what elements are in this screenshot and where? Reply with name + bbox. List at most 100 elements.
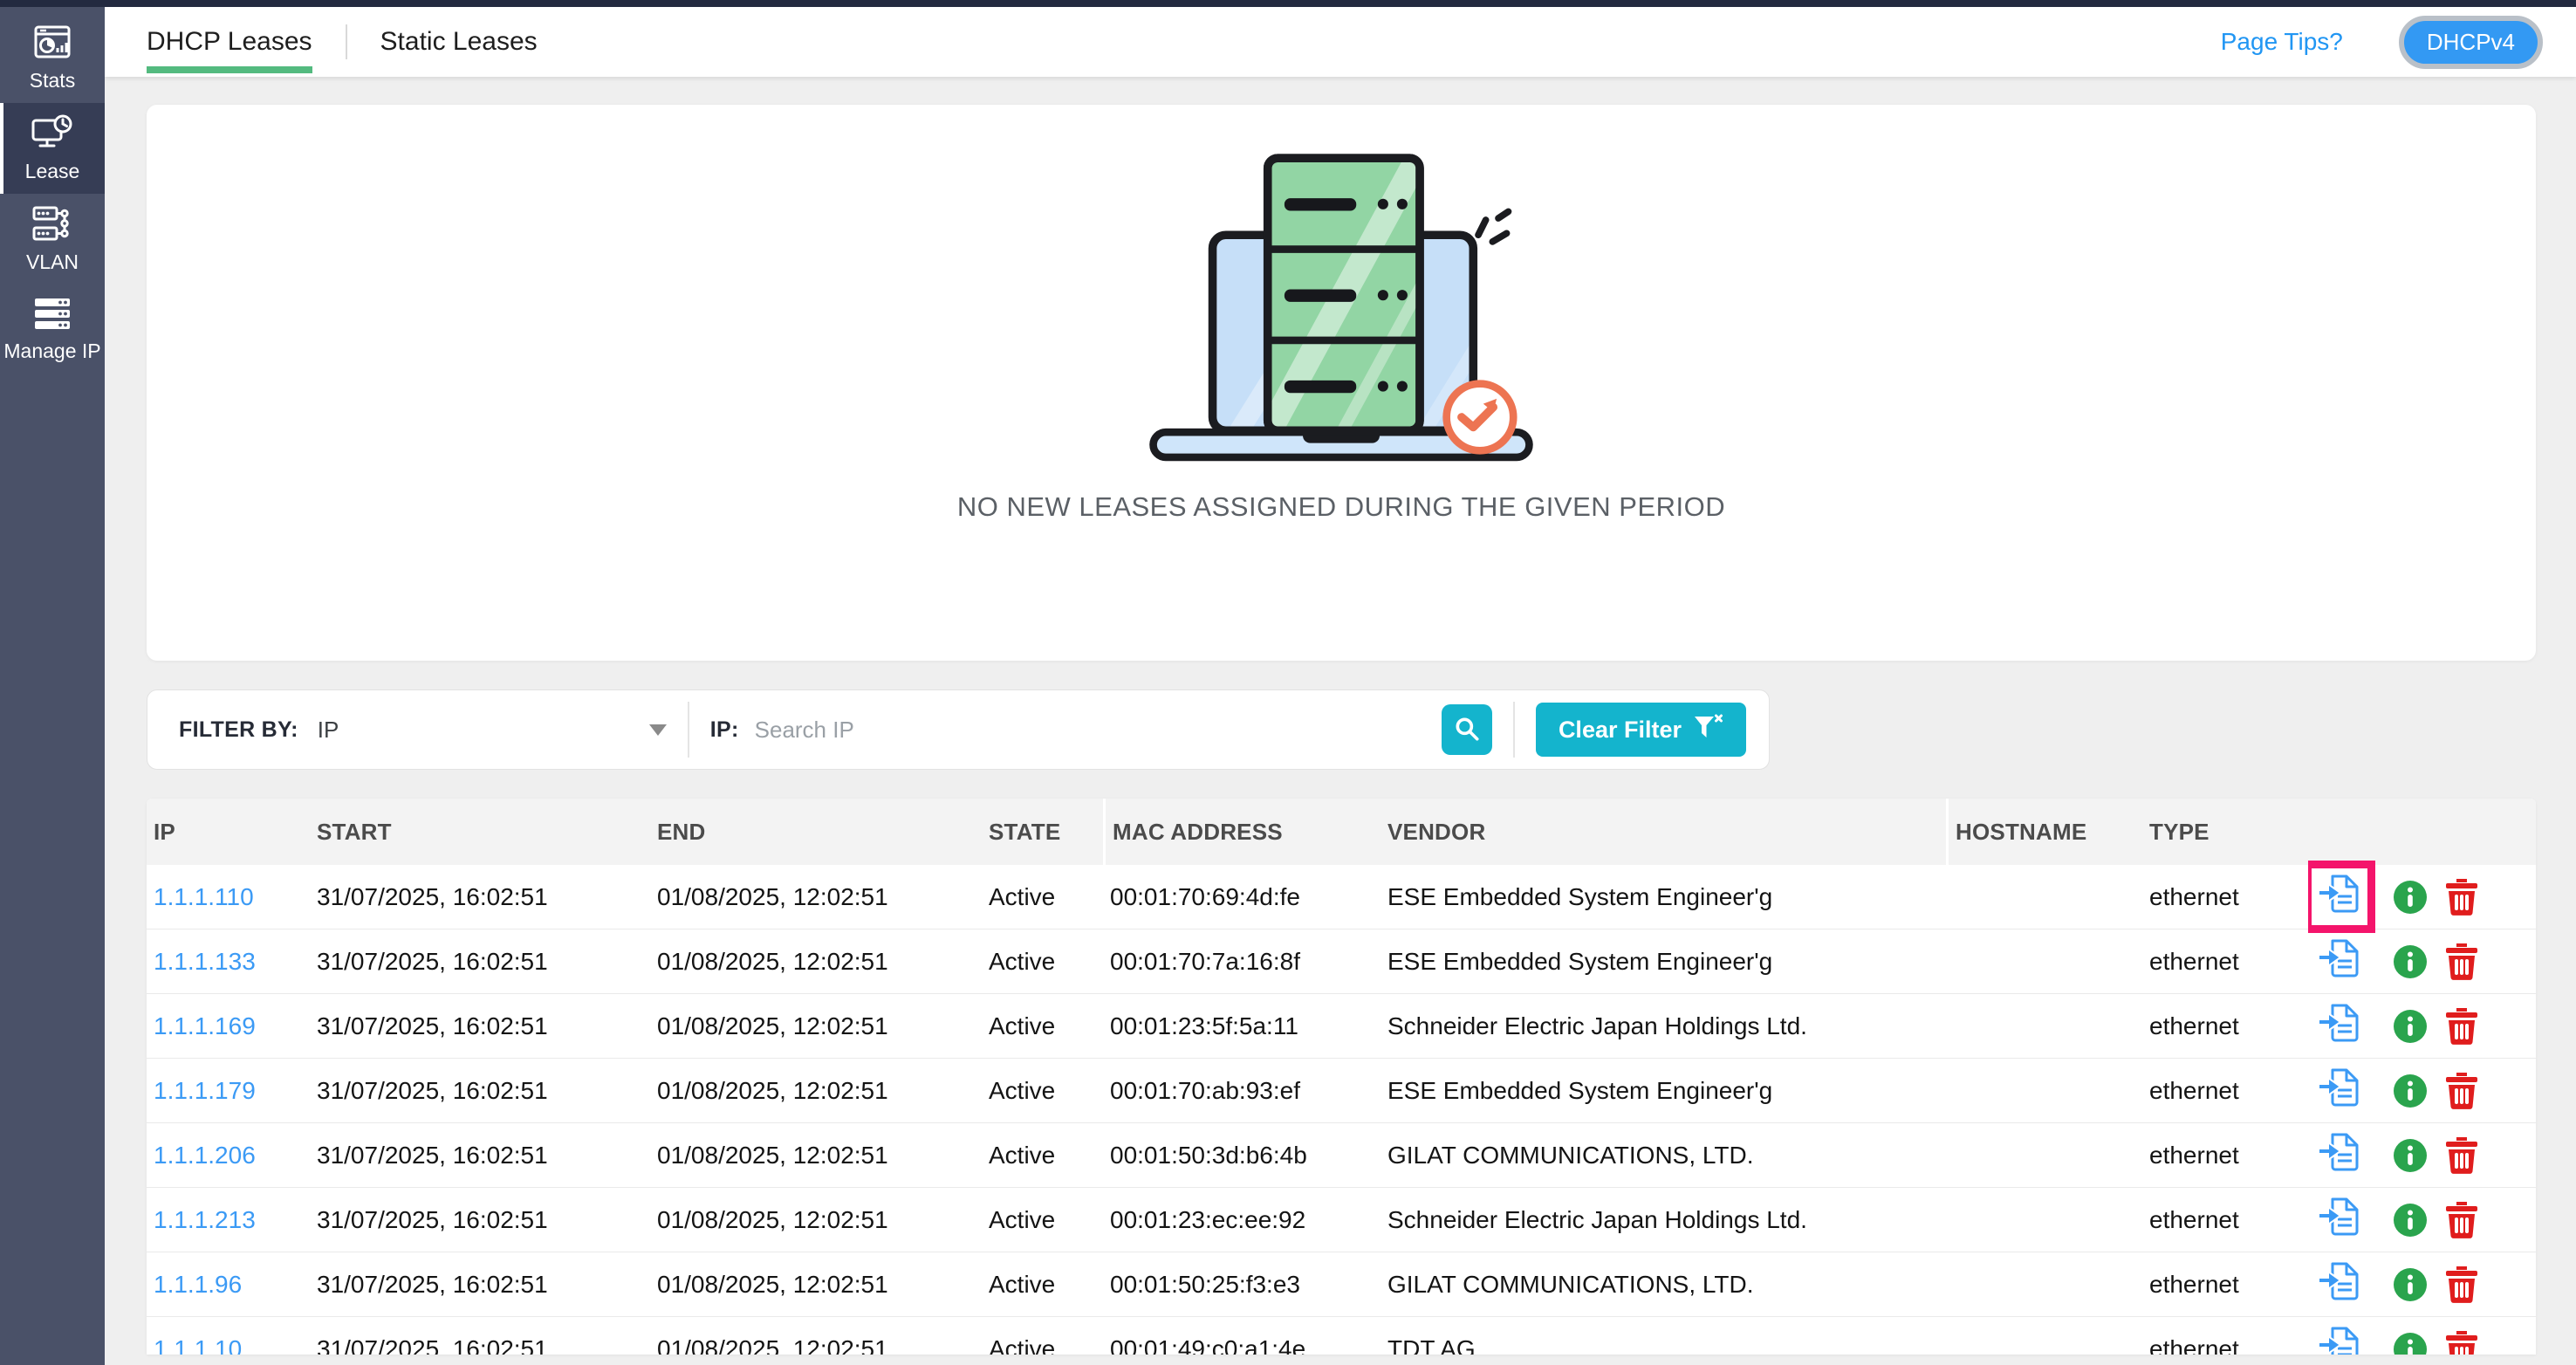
- empty-state-card: NO NEW LEASES ASSIGNED DURING THE GIVEN …: [147, 105, 2536, 661]
- lease-start-cell: 31/07/2025, 16:02:51: [310, 1206, 650, 1234]
- info-icon[interactable]: [2393, 1073, 2428, 1108]
- delete-icon[interactable]: [2445, 1137, 2478, 1174]
- ip-link[interactable]: 1.1.1.206: [154, 1142, 256, 1169]
- info-icon[interactable]: [2393, 1203, 2428, 1238]
- search-button[interactable]: [1442, 704, 1492, 755]
- type-cell: ethernet: [2142, 1335, 2308, 1355]
- ip-link[interactable]: 1.1.1.96: [154, 1271, 242, 1298]
- info-icon[interactable]: [2393, 944, 2428, 979]
- type-cell: ethernet: [2142, 1077, 2308, 1105]
- lease-start-cell: 31/07/2025, 16:02:51: [310, 1142, 650, 1170]
- row-actions: [2308, 1183, 2536, 1256]
- chevron-down-icon: [649, 724, 667, 736]
- mac-address-cell: 00:01:23:5f:5a:11: [1103, 1012, 1380, 1040]
- delete-icon[interactable]: [2445, 879, 2478, 916]
- sidebar-item-lease[interactable]: Lease: [0, 103, 105, 194]
- column-header-start: START: [310, 799, 650, 865]
- sidebar-item-vlan[interactable]: VLAN: [0, 194, 105, 285]
- lease-icon: [31, 113, 73, 152]
- vendor-cell: GILAT COMMUNICATIONS, LTD.: [1380, 1271, 1946, 1299]
- info-icon[interactable]: [2393, 880, 2428, 915]
- type-cell: ethernet: [2142, 1206, 2308, 1234]
- ip-link[interactable]: 1.1.1.133: [154, 948, 256, 975]
- delete-icon[interactable]: [2445, 1331, 2478, 1355]
- column-header-type: TYPE: [2142, 799, 2308, 865]
- sidebar-item-stats[interactable]: Stats: [0, 12, 105, 103]
- tab-dhcp-leases[interactable]: DHCP Leases: [147, 7, 312, 77]
- table-row: 1.1.1.10 31/07/2025, 16:02:51 01/08/2025…: [147, 1317, 2536, 1355]
- delete-icon[interactable]: [2445, 1073, 2478, 1109]
- mac-address-cell: 00:01:70:7a:16:8f: [1103, 948, 1380, 976]
- filter-by-value: IP: [318, 717, 339, 744]
- lease-start-cell: 31/07/2025, 16:02:51: [310, 1335, 650, 1355]
- vlan-icon: [32, 204, 72, 243]
- lease-start-cell: 31/07/2025, 16:02:51: [310, 1077, 650, 1105]
- type-cell: ethernet: [2142, 1271, 2308, 1299]
- column-header-vendor: VENDOR: [1380, 799, 1946, 865]
- delete-icon[interactable]: [2445, 943, 2478, 980]
- ip-link[interactable]: 1.1.1.110: [154, 883, 254, 910]
- export-lease-icon: [2318, 1262, 2361, 1307]
- mac-address-cell: 00:01:49:c0:a1:4e: [1103, 1335, 1380, 1355]
- type-cell: ethernet: [2142, 948, 2308, 976]
- info-icon[interactable]: [2393, 1332, 2428, 1355]
- type-cell: ethernet: [2142, 1012, 2308, 1040]
- column-header-ip: IP: [147, 799, 310, 865]
- row-actions: [2308, 925, 2536, 998]
- lease-end-cell: 01/08/2025, 12:02:51: [650, 948, 982, 976]
- ip-link[interactable]: 1.1.1.10: [154, 1335, 242, 1355]
- row-actions: [2308, 1313, 2536, 1355]
- lease-end-cell: 01/08/2025, 12:02:51: [650, 1206, 982, 1234]
- info-icon[interactable]: [2393, 1009, 2428, 1044]
- export-lease-button[interactable]: [2308, 1183, 2375, 1256]
- info-icon[interactable]: [2393, 1267, 2428, 1302]
- topbar-right: Page Tips? DHCPv4: [2221, 16, 2576, 69]
- type-cell: ethernet: [2142, 1142, 2308, 1170]
- filter-by-dropdown[interactable]: IP: [318, 717, 667, 744]
- column-header-end: END: [650, 799, 982, 865]
- ip-link[interactable]: 1.1.1.213: [154, 1206, 256, 1233]
- export-lease-icon: [2318, 875, 2361, 919]
- ip-link[interactable]: 1.1.1.179: [154, 1077, 256, 1104]
- dhcp-version-button[interactable]: DHCPv4: [2399, 16, 2543, 69]
- vendor-cell: Schneider Electric Japan Holdings Ltd.: [1380, 1012, 1946, 1040]
- tab-label: Static Leases: [380, 27, 538, 57]
- top-strip: [0, 0, 2576, 7]
- column-header-actions: [2308, 799, 2536, 865]
- vendor-cell: GILAT COMMUNICATIONS, LTD.: [1380, 1142, 1946, 1170]
- search-ip-input[interactable]: [755, 717, 1442, 744]
- info-icon[interactable]: [2393, 1138, 2428, 1173]
- page-tips-link[interactable]: Page Tips?: [2221, 28, 2343, 56]
- export-lease-button[interactable]: [2308, 990, 2375, 1062]
- export-lease-button[interactable]: [2308, 1313, 2375, 1355]
- tab-static-leases[interactable]: Static Leases: [380, 7, 538, 77]
- table-body: 1.1.1.110 31/07/2025, 16:02:51 01/08/202…: [147, 865, 2536, 1355]
- delete-icon[interactable]: [2445, 1008, 2478, 1045]
- table-row: 1.1.1.133 31/07/2025, 16:02:51 01/08/202…: [147, 929, 2536, 994]
- lease-state-cell: Active: [982, 1077, 1103, 1105]
- delete-icon[interactable]: [2445, 1266, 2478, 1303]
- export-lease-button[interactable]: [2308, 1054, 2375, 1127]
- row-actions: [2308, 1054, 2536, 1127]
- clear-filter-button[interactable]: Clear Filter: [1536, 703, 1746, 757]
- ip-link[interactable]: 1.1.1.169: [154, 1012, 256, 1039]
- filter-bar: FILTER BY: IP IP: Clear Filter: [147, 689, 1770, 770]
- lease-state-cell: Active: [982, 1206, 1103, 1234]
- delete-icon[interactable]: [2445, 1202, 2478, 1238]
- lease-end-cell: 01/08/2025, 12:02:51: [650, 1335, 982, 1355]
- export-lease-button[interactable]: [2308, 925, 2375, 998]
- search-wrap: [739, 717, 1442, 744]
- lease-start-cell: 31/07/2025, 16:02:51: [310, 1271, 650, 1299]
- row-actions: [2308, 990, 2536, 1062]
- manage-ip-icon: [33, 297, 72, 332]
- sidebar-item-manage-ip[interactable]: Manage IP: [0, 285, 105, 375]
- export-lease-button[interactable]: [2308, 1119, 2375, 1191]
- divider: [1513, 702, 1515, 758]
- lease-state-cell: Active: [982, 883, 1103, 911]
- row-actions: [2308, 861, 2536, 933]
- column-header-hostname: HOSTNAME: [1946, 799, 2142, 865]
- export-lease-button[interactable]: [2308, 1248, 2375, 1320]
- mac-address-cell: 00:01:70:ab:93:ef: [1103, 1077, 1380, 1105]
- table-row: 1.1.1.206 31/07/2025, 16:02:51 01/08/202…: [147, 1123, 2536, 1188]
- export-lease-button[interactable]: [2308, 861, 2375, 933]
